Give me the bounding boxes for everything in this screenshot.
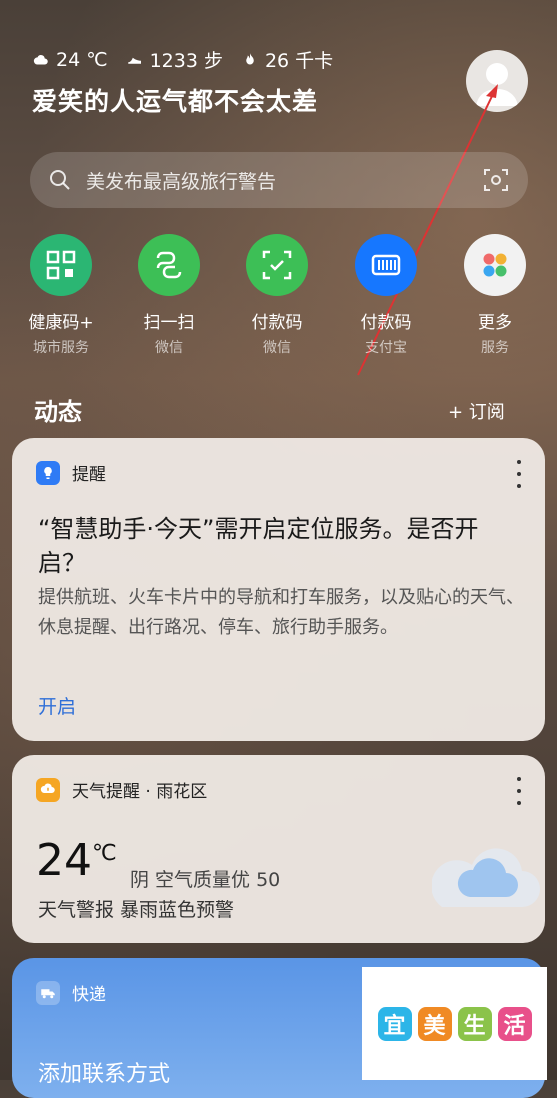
card-header-label: 天气提醒 · 雨花区 <box>72 782 208 802</box>
grid-apps-icon <box>483 253 507 277</box>
watermark-logo: 宜 美 生 活 <box>362 967 547 1080</box>
lightbulb-icon <box>36 460 60 485</box>
weather-card[interactable]: 天气提醒 · 雨花区 24℃ 阴 空气质量优 50 天气警报 暴雨蓝色预警 <box>12 755 545 943</box>
card-body: 提供航班、火车卡片中的导航和打车服务，以及贴心的天气、休息提醒、出行路况、停车、… <box>38 587 524 638</box>
temperature-value: 24 <box>36 835 92 886</box>
qr-code-icon <box>46 250 76 280</box>
wechat-scan-icon <box>156 251 182 279</box>
scan-icon[interactable] <box>482 166 510 194</box>
card-header: 提醒 <box>36 460 106 485</box>
app-health-code[interactable]: 健康码+ 城市服务 <box>6 234 116 357</box>
watermark-char: 活 <box>497 1006 532 1041</box>
search-placeholder: 美发布最高级旅行警告 <box>86 171 277 193</box>
app-wechat-pay[interactable]: 付款码 微信 <box>222 234 332 357</box>
app-sub: 支付宝 <box>365 340 407 356</box>
feed-title: 动态 <box>34 398 82 426</box>
app-icon-bg <box>246 234 308 296</box>
subscribe-button[interactable]: + 订阅 <box>448 398 505 424</box>
watermark-char: 生 <box>457 1006 492 1041</box>
app-label: 付款码 <box>360 313 412 333</box>
barcode-icon <box>371 254 401 276</box>
cloud-illustration-icon <box>432 848 540 907</box>
weather-description: 阴 空气质量优 50 <box>130 869 281 891</box>
watermark-letters: 宜 美 生 活 <box>377 1006 532 1041</box>
pay-scan-icon <box>262 250 292 280</box>
app-alipay-pay[interactable]: 付款码 支付宝 <box>331 234 441 357</box>
app-label: 健康码+ <box>28 313 94 333</box>
temperature-unit: ℃ <box>92 841 117 866</box>
card-header-label: 提醒 <box>72 465 106 485</box>
card-title: “智慧助手·今天”需开启定位服务。是否开启？ <box>38 515 479 577</box>
app-sub: 城市服务 <box>33 340 89 356</box>
watermark-char: 宜 <box>377 1006 412 1041</box>
card-header-label: 快递 <box>72 985 106 1005</box>
temperature-large: 24℃ <box>36 835 117 886</box>
search-bar[interactable]: 美发布最高级旅行警告 <box>30 152 528 208</box>
app-icon-bg <box>464 234 526 296</box>
card-header: 天气提醒 · 雨花区 <box>36 777 207 802</box>
app-label: 更多 <box>478 313 512 333</box>
watermark-char: 美 <box>417 1006 452 1041</box>
app-label: 付款码 <box>251 313 303 333</box>
app-sub: 微信 <box>155 340 183 356</box>
card-header: 快递 <box>36 980 106 1005</box>
more-options-icon[interactable] <box>515 777 523 805</box>
app-sub: 微信 <box>263 340 291 356</box>
weather-alert-icon <box>36 777 60 802</box>
app-icon-bg <box>30 234 92 296</box>
app-more-services[interactable]: 更多 服务 <box>440 234 550 357</box>
reminder-card[interactable]: 提醒 “智慧助手·今天”需开启定位服务。是否开启？ 提供航班、火车卡片中的导航和… <box>12 438 545 741</box>
app-sub: 服务 <box>481 340 509 356</box>
app-icon-bg <box>355 234 417 296</box>
add-contact-button[interactable]: 添加联系方式 <box>38 1056 170 1088</box>
app-icon-bg <box>138 234 200 296</box>
search-icon <box>50 170 70 190</box>
weather-warning: 天气警报 暴雨蓝色预警 <box>38 899 235 921</box>
enable-button[interactable]: 开启 <box>38 692 76 719</box>
app-label: 扫一扫 <box>143 313 195 333</box>
app-wechat-scan[interactable]: 扫一扫 微信 <box>114 234 224 357</box>
more-options-icon[interactable] <box>515 460 523 488</box>
truck-icon <box>36 980 60 1005</box>
